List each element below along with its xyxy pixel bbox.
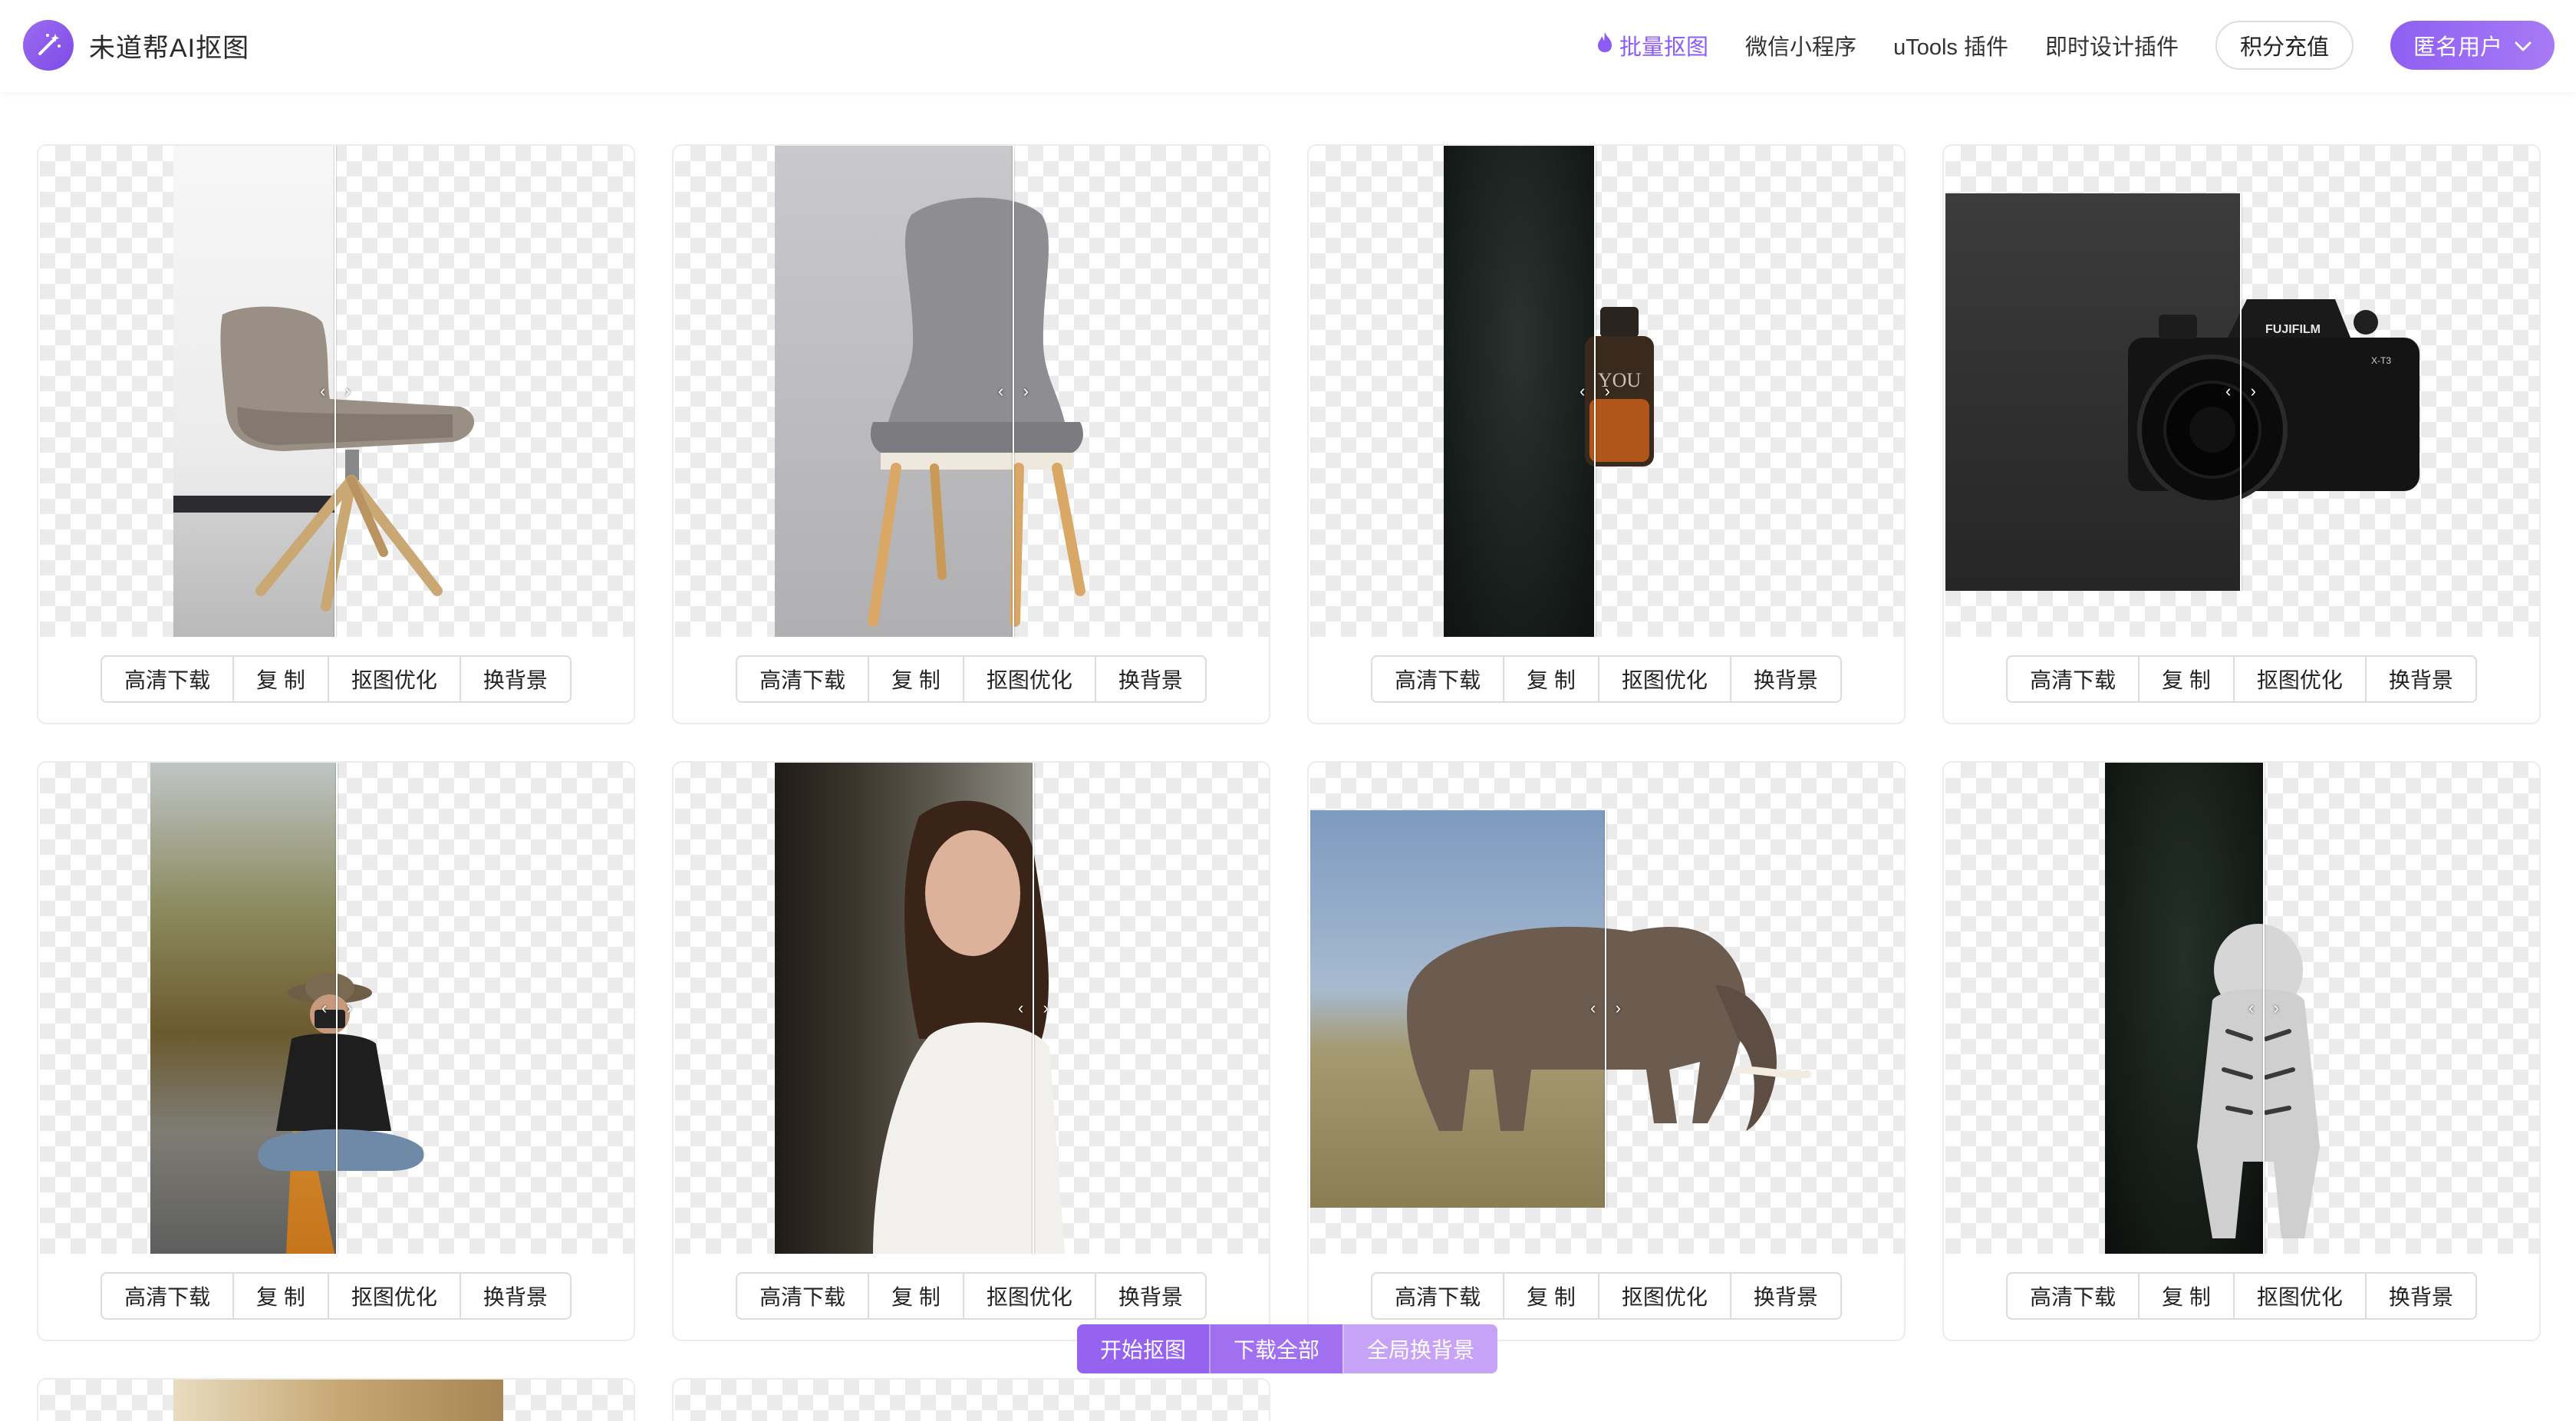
chair-cutout — [868, 197, 1085, 627]
image-card: YOU ‹ › 高清下载 复 制 抠图优化 换背景 — [1307, 144, 1906, 724]
nav-batch-cutout[interactable]: 批量抠图 — [1596, 29, 1708, 61]
compare-handle-icon[interactable]: ‹ › — [1018, 998, 1049, 1017]
card-actions: 高清下载 复 制 抠图优化 换背景 — [2006, 655, 2477, 703]
logo[interactable]: 未道帮AI抠图 — [23, 20, 249, 71]
refine-cutout-button[interactable]: 抠图优化 — [1597, 657, 1730, 701]
refine-cutout-button[interactable]: 抠图优化 — [962, 1274, 1095, 1318]
refine-cutout-button[interactable]: 抠图优化 — [1597, 1274, 1730, 1318]
user-menu-button[interactable]: 匿名用户 — [2390, 21, 2555, 70]
card-actions: 高清下载 复 制 抠图优化 换背景 — [1371, 1272, 1842, 1320]
card-actions: 高清下载 复 制 抠图优化 换背景 — [100, 655, 572, 703]
image-card — [37, 1378, 635, 1421]
tiger-cutout — [2197, 924, 2320, 1238]
hd-download-button[interactable]: 高清下载 — [2008, 657, 2138, 701]
start-cutout-button[interactable]: 开始抠图 — [1077, 1324, 1210, 1373]
image-card: ‹ › 高清下载 复 制 抠图优化 换背景 — [37, 761, 635, 1341]
magic-wand-icon — [23, 20, 74, 71]
compare-handle-icon[interactable]: ‹ › — [2225, 381, 2256, 401]
image-card: ‹ › 高清下载 复 制 抠图优化 换背景 — [1942, 761, 2541, 1341]
user-label: 匿名用户 — [2413, 35, 2502, 60]
refine-cutout-button[interactable]: 抠图优化 — [2232, 1274, 2365, 1318]
copy-button[interactable]: 复 制 — [232, 657, 328, 701]
copy-button[interactable]: 复 制 — [2138, 1274, 2233, 1318]
app-title: 未道帮AI抠图 — [89, 33, 250, 63]
nav-wechat-miniprogram[interactable]: 微信小程序 — [1745, 29, 1856, 61]
camera-brand-text: FUJIFILM — [2265, 323, 2321, 336]
change-background-button[interactable]: 换背景 — [1094, 1274, 1205, 1318]
copy-button[interactable]: 复 制 — [1503, 1274, 1598, 1318]
nav-label: 批量抠图 — [1619, 35, 1709, 60]
card-actions: 高清下载 复 制 抠图优化 换背景 — [100, 1272, 572, 1320]
change-background-button[interactable]: 换背景 — [459, 1274, 570, 1318]
flame-icon — [1596, 31, 1613, 59]
image-card: ‹ › 高清下载 复 制 抠图优化 换背景 — [672, 144, 1270, 724]
refine-cutout-button[interactable]: 抠图优化 — [2232, 657, 2365, 701]
card-actions: 高清下载 复 制 抠图优化 换背景 — [736, 655, 1207, 703]
woman-cutout — [873, 800, 1065, 1254]
image-card: ‹ › 高清下载 复 制 抠图优化 换背景 — [672, 761, 1270, 1341]
batch-toolbar: 开始抠图 下载全部 全局换背景 — [1077, 1324, 1498, 1373]
nav-label: 微信小程序 — [1745, 35, 1857, 60]
card-actions: 高清下载 复 制 抠图优化 换背景 — [736, 1272, 1207, 1320]
card-actions: 高清下载 复 制 抠图优化 换背景 — [2006, 1272, 2477, 1320]
compare-handle-icon[interactable]: ‹ › — [1580, 381, 1610, 401]
compare-handle-icon[interactable]: ‹ › — [1590, 998, 1621, 1017]
change-background-button[interactable]: 换背景 — [2364, 657, 2476, 701]
transparent-background — [675, 1380, 1269, 1421]
camera-cutout: FUJIFILM X-T3 — [2128, 299, 2420, 505]
top-nav: 批量抠图 微信小程序 uTools 插件 即时设计插件 积分充值 匿名用户 — [1560, 20, 2555, 71]
change-background-button[interactable]: 换背景 — [459, 657, 570, 701]
hd-download-button[interactable]: 高清下载 — [737, 657, 868, 701]
hd-download-button[interactable]: 高清下载 — [737, 1274, 868, 1318]
compare-handle-icon[interactable]: ‹ › — [2248, 998, 2279, 1017]
copy-button[interactable]: 复 制 — [2138, 657, 2233, 701]
points-recharge-button[interactable]: 积分充值 — [2215, 21, 2354, 70]
copy-button[interactable]: 复 制 — [1503, 657, 1598, 701]
chair-cutout — [220, 306, 475, 612]
hd-download-button[interactable]: 高清下载 — [102, 657, 232, 701]
image-card — [672, 1378, 1270, 1421]
copy-button[interactable]: 复 制 — [868, 657, 963, 701]
refine-cutout-button[interactable]: 抠图优化 — [327, 1274, 460, 1318]
hd-download-button[interactable]: 高清下载 — [2008, 1274, 2138, 1318]
change-background-button[interactable]: 换背景 — [1729, 657, 1840, 701]
camera-model-text: X-T3 — [2371, 355, 2391, 366]
chevron-down-icon — [2515, 33, 2532, 58]
copy-button[interactable]: 复 制 — [232, 1274, 328, 1318]
nav-label: 即时设计插件 — [2044, 35, 2179, 60]
image-card: ‹ › 高清下载 复 制 抠图优化 换背景 — [37, 144, 635, 724]
top-header: 未道帮AI抠图 批量抠图 微信小程序 uTools 插件 即时设计插件 积分充值… — [0, 0, 2576, 92]
image-card: FUJIFILM X-T3 ‹ › 高清下载 复 制 抠图优化 换背景 — [1942, 144, 2541, 724]
hd-download-button[interactable]: 高清下载 — [1372, 1274, 1503, 1318]
nav-label: uTools 插件 — [1893, 35, 2008, 60]
hd-download-button[interactable]: 高清下载 — [1372, 657, 1503, 701]
hd-download-button[interactable]: 高清下载 — [102, 1274, 232, 1318]
nav-jishi-design-plugin[interactable]: 即时设计插件 — [2045, 29, 2179, 61]
image-card: ‹ › 高清下载 复 制 抠图优化 换背景 — [1307, 761, 1906, 1341]
card-actions: 高清下载 复 制 抠图优化 换背景 — [1371, 655, 1842, 703]
compare-handle-icon[interactable]: ‹ › — [321, 998, 352, 1017]
global-change-background-button[interactable]: 全局换背景 — [1342, 1324, 1498, 1373]
change-background-button[interactable]: 换背景 — [1094, 657, 1205, 701]
copy-button[interactable]: 复 制 — [868, 1274, 963, 1318]
change-background-button[interactable]: 换背景 — [1729, 1274, 1840, 1318]
refine-cutout-button[interactable]: 抠图优化 — [962, 657, 1095, 701]
original-photo — [173, 1380, 503, 1421]
refine-cutout-button[interactable]: 抠图优化 — [327, 657, 460, 701]
change-background-button[interactable]: 换背景 — [2364, 1274, 2476, 1318]
download-all-button[interactable]: 下载全部 — [1209, 1324, 1343, 1373]
compare-handle-icon[interactable]: ‹ › — [320, 381, 351, 401]
compare-handle-icon[interactable]: ‹ › — [998, 381, 1029, 401]
nav-utools-plugin[interactable]: uTools 插件 — [1893, 29, 2008, 61]
